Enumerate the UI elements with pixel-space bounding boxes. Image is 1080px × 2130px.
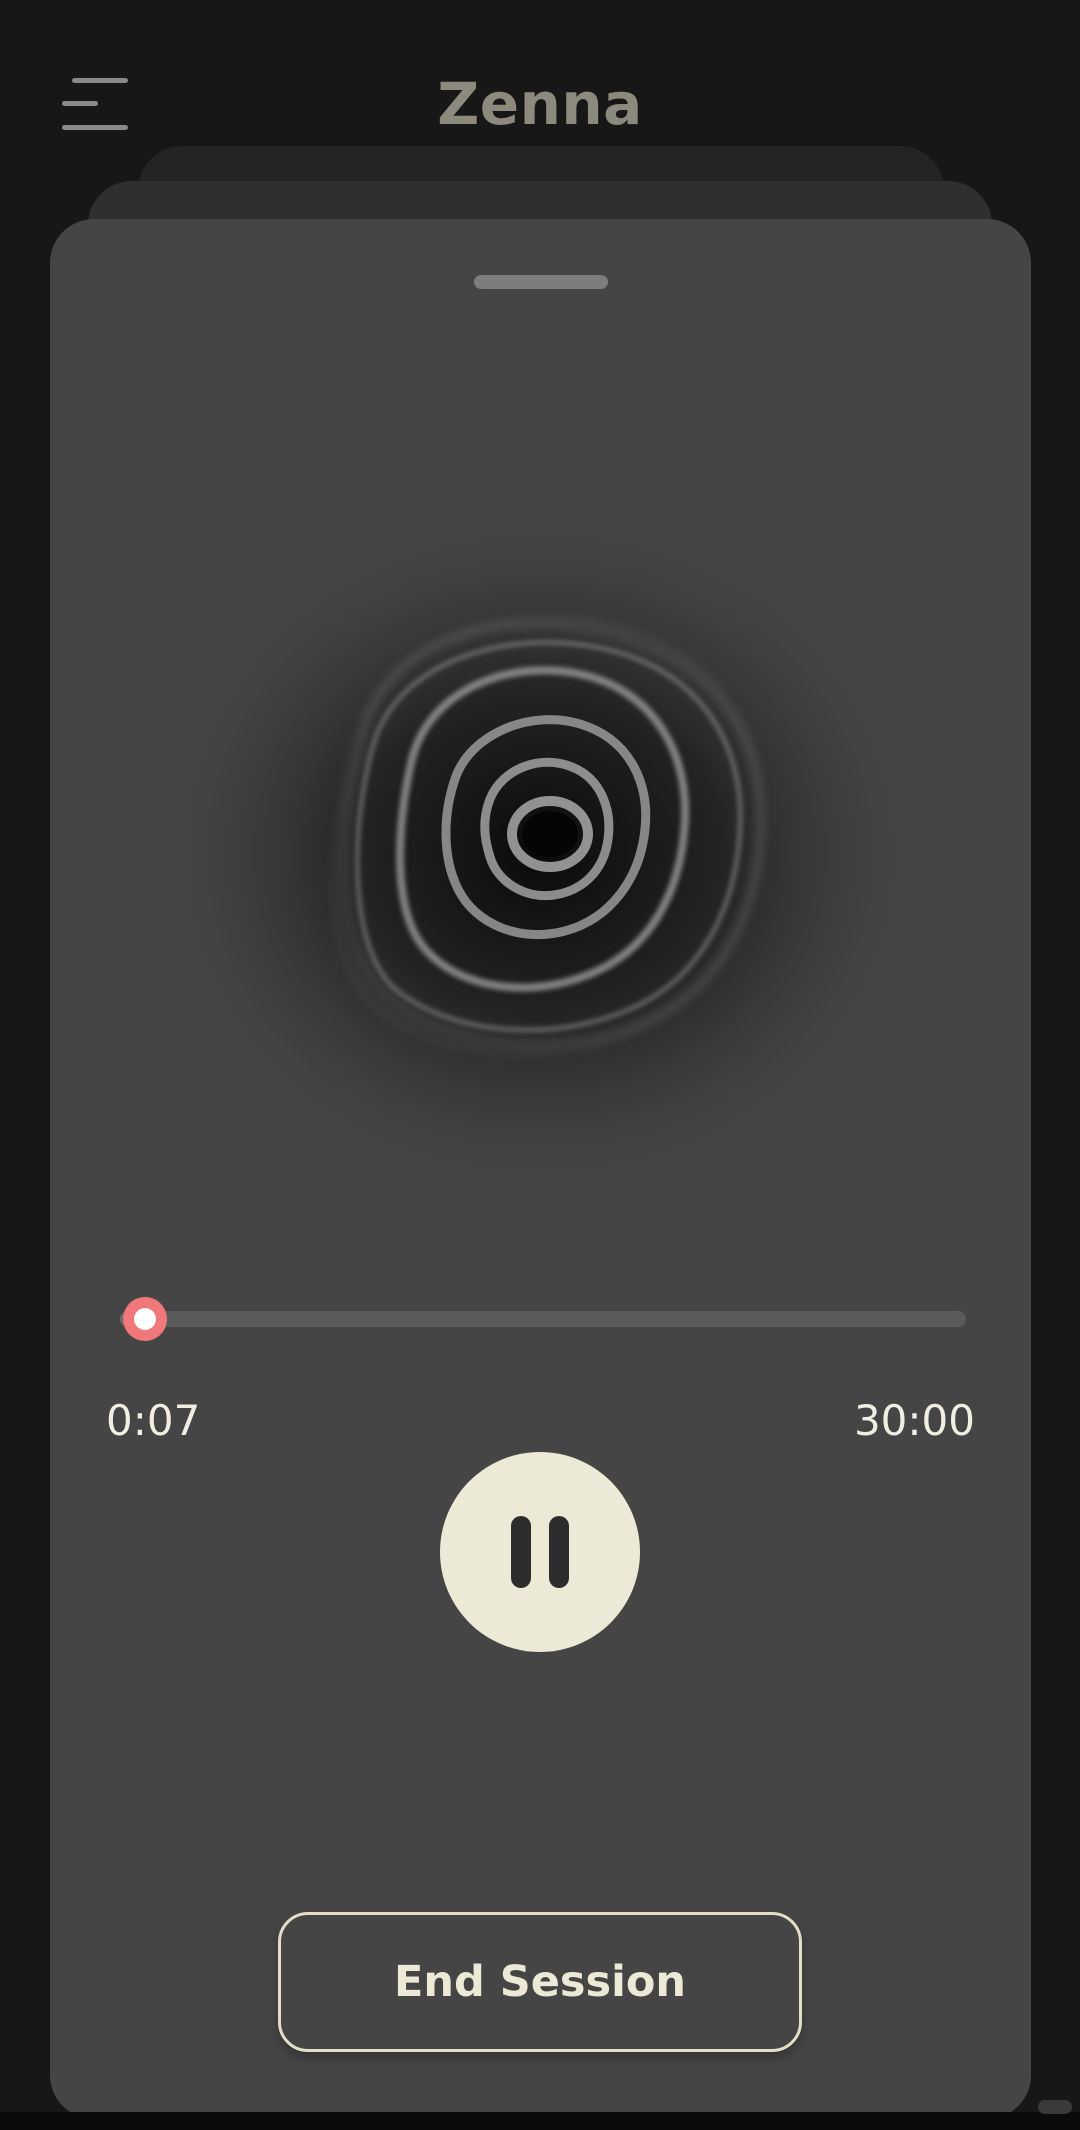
session-progress-slider[interactable] bbox=[120, 1297, 966, 1341]
elapsed-time: 0:07 bbox=[106, 1396, 201, 1445]
total-time: 30:00 bbox=[853, 1396, 975, 1445]
progress-thumb[interactable] bbox=[123, 1297, 167, 1341]
breathing-ripple-visual bbox=[140, 419, 940, 1199]
system-bottom-bar bbox=[0, 2112, 1080, 2130]
app-header: Zenna bbox=[0, 0, 1080, 150]
corner-badge bbox=[1038, 2100, 1072, 2114]
drag-handle[interactable] bbox=[474, 275, 608, 289]
pause-button[interactable] bbox=[440, 1452, 640, 1652]
session-screen: Zenna 0:07 30:00 End Session bbox=[0, 0, 1080, 2130]
app-title: Zenna bbox=[437, 70, 643, 138]
session-card: 0:07 30:00 End Session bbox=[50, 219, 1031, 2119]
end-session-button[interactable]: End Session bbox=[278, 1912, 802, 2052]
pause-icon bbox=[511, 1516, 569, 1588]
